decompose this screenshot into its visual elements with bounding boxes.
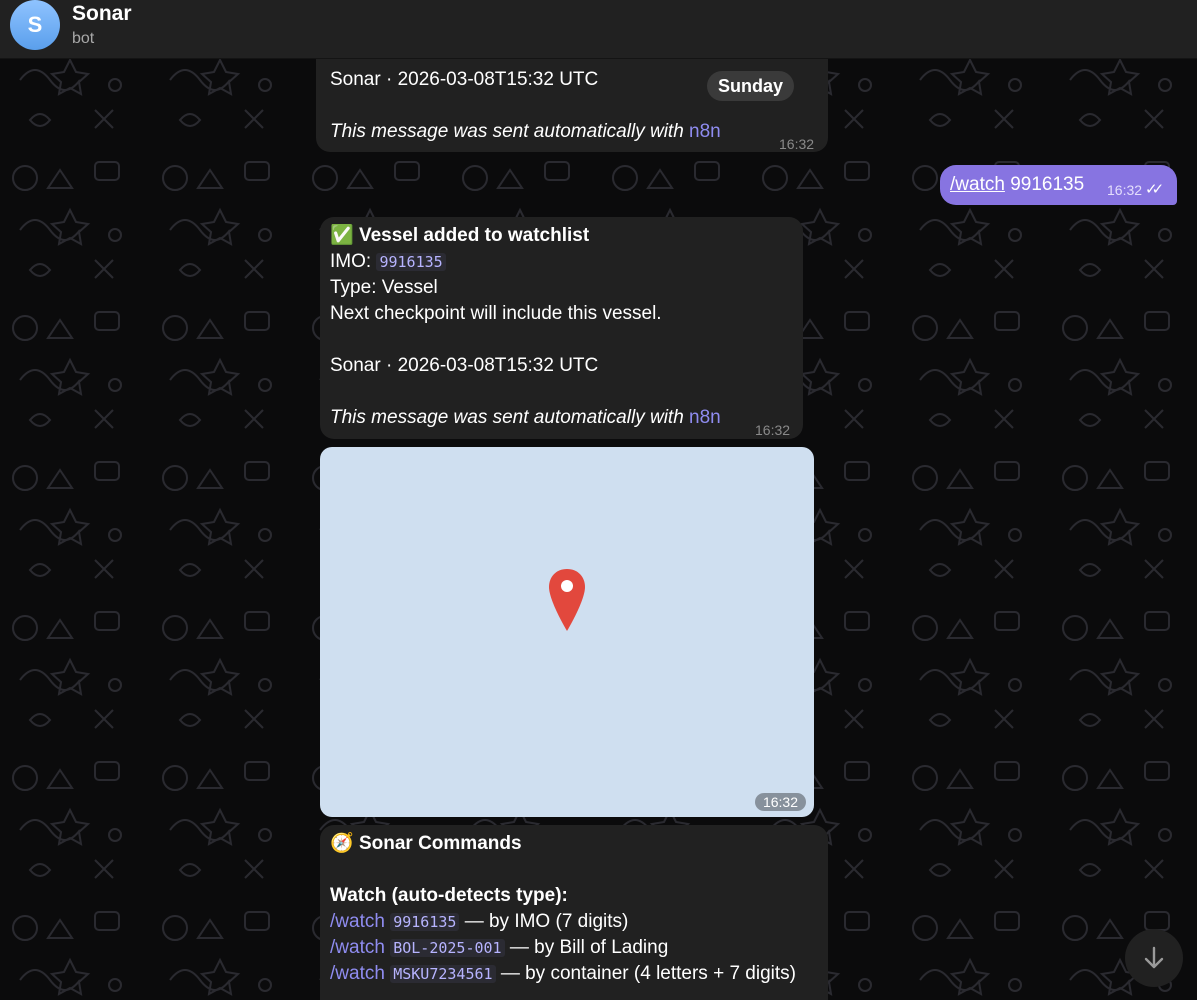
- footer-text: This message was sent automatically with: [330, 121, 690, 142]
- command-code[interactable]: MSKU7234561: [390, 965, 496, 983]
- imo-line: IMO: 9916135: [330, 249, 446, 275]
- chat-status: bot: [72, 30, 95, 47]
- message-title: ✅ Vessel added to watchlist: [330, 223, 589, 249]
- message-bubble[interactable]: ✅ Vessel added to watchlist IMO: 9916135…: [320, 217, 803, 439]
- map-pin-icon: [549, 569, 585, 631]
- imo-label: IMO:: [330, 251, 377, 272]
- watch-command-link[interactable]: /watch: [330, 911, 385, 932]
- message-footer: This message was sent automatically with…: [330, 119, 721, 145]
- message-bubble[interactable]: Sonar · 2026-03-08T15:32 UTC This messag…: [316, 52, 828, 152]
- command-line: /watch 9916135 — by IMO (7 digits): [330, 909, 628, 935]
- scroll-down-button[interactable]: [1125, 929, 1183, 987]
- type-line: Type: Vessel: [330, 277, 438, 298]
- message-signature: Sonar · 2026-03-08T15:32 UTC: [330, 69, 599, 90]
- section-heading: Watch (auto-detects type):: [330, 885, 568, 906]
- message-time: 16:32: [779, 136, 815, 152]
- footer-text: This message was sent automatically with: [330, 407, 690, 428]
- message-bubble[interactable]: 🧭 Sonar Commands Watch (auto-detects typ…: [320, 825, 828, 1000]
- check-emoji-icon: ✅: [330, 225, 354, 246]
- message-title: 🧭 Sonar Commands: [330, 831, 522, 857]
- n8n-link[interactable]: n8n: [689, 407, 721, 428]
- avatar[interactable]: S: [10, 0, 60, 50]
- command-code[interactable]: BOL-2025-001: [390, 939, 505, 957]
- command-code[interactable]: 9916135: [390, 913, 460, 931]
- compass-emoji-icon: 🧭: [330, 833, 354, 854]
- location-map[interactable]: 16:32: [320, 447, 814, 817]
- arrow-down-icon: [1144, 946, 1164, 969]
- command-link[interactable]: /watch: [950, 174, 1005, 195]
- command-line: /watch BOL-2025-001 — by Bill of Lading: [330, 935, 668, 961]
- avatar-letter: S: [27, 12, 43, 37]
- title-text: Sonar Commands: [358, 833, 522, 854]
- chat-title[interactable]: Sonar: [72, 2, 132, 26]
- imo-code[interactable]: 9916135: [376, 253, 446, 271]
- watch-command-link[interactable]: /watch: [330, 963, 385, 984]
- message-time: 16:32: [1107, 182, 1143, 198]
- n8n-link[interactable]: n8n: [689, 121, 721, 142]
- message-time: 16:32: [755, 422, 791, 438]
- command-description: — by IMO (7 digits): [459, 911, 629, 932]
- message-footer: This message was sent automatically with…: [330, 405, 721, 431]
- message-signature: Sonar · 2026-03-08T15:32 UTC: [330, 355, 599, 376]
- command-argument: 9916135: [1004, 174, 1085, 195]
- command-description: — by container (4 letters + 7 digits): [495, 963, 796, 984]
- date-separator: Sunday: [707, 71, 795, 101]
- command-description: — by Bill of Lading: [504, 937, 669, 958]
- watch-command-link[interactable]: /watch: [330, 937, 385, 958]
- checkpoint-line: Next checkpoint will include this vessel…: [330, 303, 662, 324]
- message-time: 16:32: [754, 793, 806, 811]
- chat-header[interactable]: S Sonar bot: [0, 0, 1197, 59]
- command-line: /watch MSKU7234561 — by container (4 let…: [330, 961, 796, 987]
- title-text: Vessel added to watchlist: [358, 225, 590, 246]
- double-check-icon: ✓✓: [1145, 181, 1164, 198]
